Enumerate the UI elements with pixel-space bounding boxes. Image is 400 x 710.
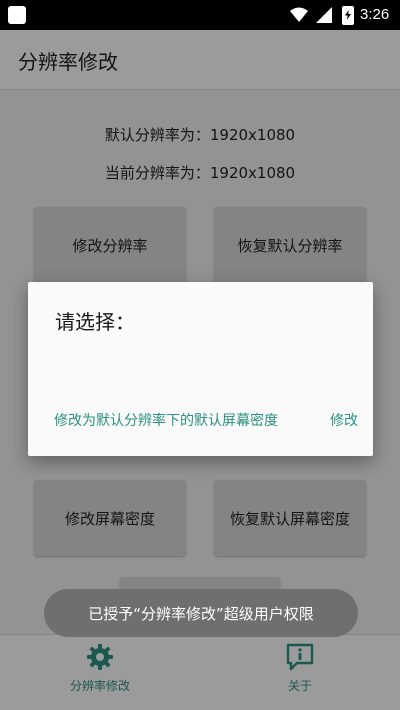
status-time: 3:26	[360, 6, 390, 23]
dialog-modify-button[interactable]: 修改	[330, 410, 358, 430]
dialog-title: 请选择：	[55, 310, 135, 334]
set-default-density-button[interactable]: 修改为默认分辨率下的默认屏幕密度	[54, 410, 278, 430]
superuser-toast: 已授予“分辨率修改”超级用户权限	[44, 589, 358, 637]
status-bar: 3:26	[0, 0, 400, 30]
battery-charging-icon	[342, 6, 354, 25]
wifi-icon	[290, 7, 308, 27]
choice-dialog: 请选择： 修改为默认分辨率下的默认屏幕密度 修改	[28, 282, 373, 456]
notification-icon	[8, 6, 26, 24]
signal-icon	[316, 7, 332, 27]
